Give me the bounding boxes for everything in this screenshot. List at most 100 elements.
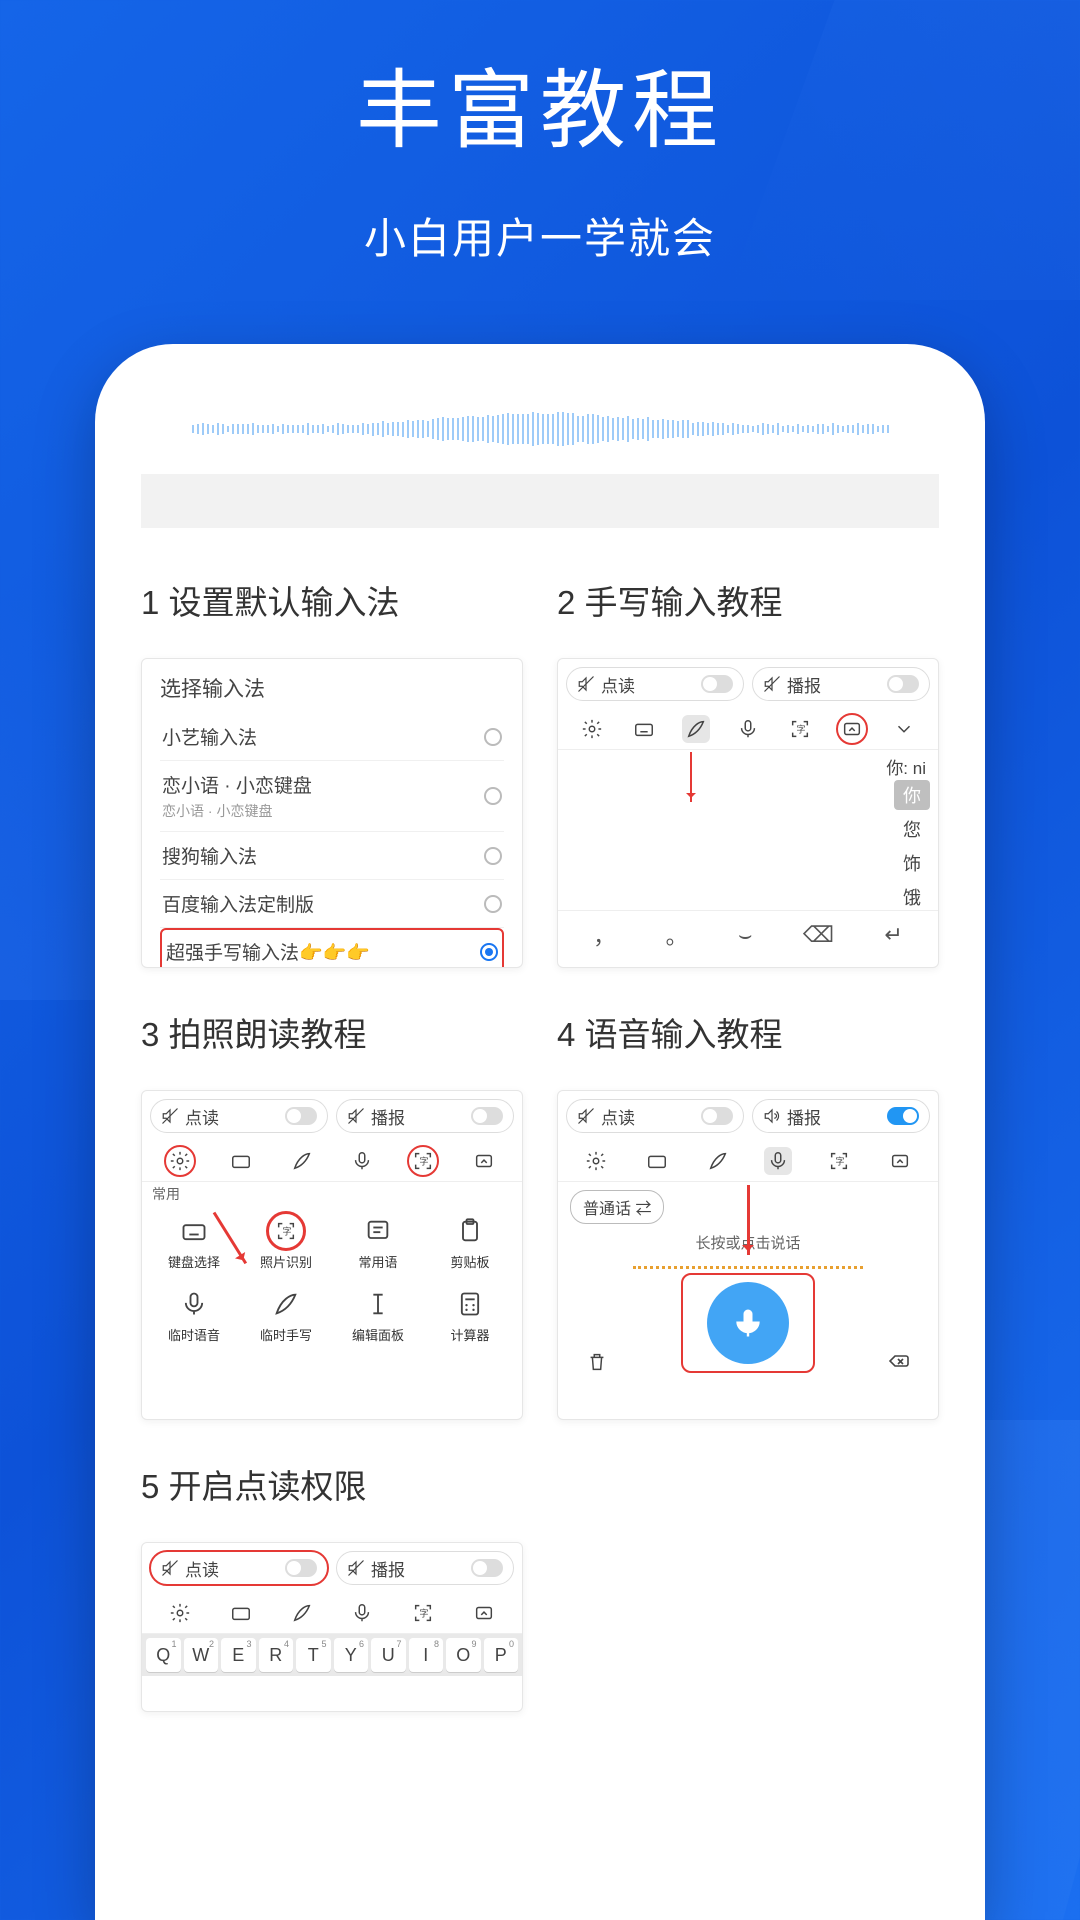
feather-icon[interactable]: [288, 1599, 316, 1627]
qwerty-row: Q1W2E3R4T5Y6U7I8O9P0: [142, 1634, 522, 1676]
candidate[interactable]: 饰: [894, 848, 930, 878]
mic-icon[interactable]: [734, 715, 762, 743]
gear-icon[interactable]: [166, 1599, 194, 1627]
feather-icon[interactable]: [288, 1147, 316, 1175]
common-label: 常用: [142, 1182, 522, 1206]
language-pill[interactable]: 普通话 ⇄: [570, 1190, 664, 1224]
key-t[interactable]: T5: [296, 1638, 331, 1672]
candidate[interactable]: 您: [894, 814, 930, 844]
tutorial-heading: 3 拍照朗读教程: [141, 1008, 523, 1056]
key-p[interactable]: P0: [484, 1638, 519, 1672]
collapse-icon[interactable]: [470, 1599, 498, 1627]
ime-option[interactable]: 恋小语 · 小恋键盘恋小语 · 小恋键盘: [160, 761, 504, 832]
red-arrow: [747, 1185, 750, 1255]
tool-clipboard[interactable]: 剪贴板: [440, 1214, 500, 1271]
read-toggle[interactable]: 点读: [150, 1551, 328, 1585]
read-toggle[interactable]: 点读: [566, 667, 744, 701]
ime-option[interactable]: 小艺输入法: [160, 713, 504, 761]
keyboard-icon[interactable]: [643, 1147, 671, 1175]
feather-icon[interactable]: [682, 715, 710, 743]
tool-scan[interactable]: 字照片识别: [256, 1214, 316, 1271]
keyboard-icon[interactable]: [630, 715, 658, 743]
read-toggle[interactable]: 点读: [566, 1099, 744, 1133]
key-q[interactable]: Q1: [146, 1638, 181, 1672]
key-y[interactable]: Y6: [334, 1638, 369, 1672]
broadcast-toggle[interactable]: 播报: [336, 1099, 514, 1133]
pinyin-label: 你: ni: [886, 754, 926, 779]
voice-mic-highlight: [683, 1275, 813, 1371]
mic-icon[interactable]: [348, 1147, 376, 1175]
tool-phrases[interactable]: 常用语: [348, 1214, 408, 1271]
thumb-voice-input: 点读 播报 字 普通话 ⇄ 长按或点击说话: [557, 1090, 939, 1420]
chevron-down-icon[interactable]: [890, 715, 918, 743]
key-r[interactable]: R4: [259, 1638, 294, 1672]
tutorial-heading: 1 设置默认输入法: [141, 576, 523, 624]
key[interactable]: ↵: [884, 922, 902, 948]
tutorial-item-4[interactable]: 4 语音输入教程 点读 播报 字: [557, 1008, 939, 1420]
waveform-decoration: [141, 404, 939, 454]
broadcast-toggle[interactable]: 播报: [336, 1551, 514, 1585]
ime-option[interactable]: 超强手写输入法👉👉👉: [160, 928, 504, 968]
thumb-photo-read: 点读 播报 字 常用 键盘选择字照片识别常用语剪贴: [141, 1090, 523, 1420]
gear-icon[interactable]: [578, 715, 606, 743]
key[interactable]: 。: [666, 919, 688, 951]
phone-mockup: 1 设置默认输入法 选择输入法 小艺输入法恋小语 · 小恋键盘恋小语 · 小恋键…: [95, 344, 985, 1920]
tutorial-item-2[interactable]: 2 手写输入教程 点读 播报 字: [557, 576, 939, 968]
backspace-icon[interactable]: [886, 1349, 910, 1379]
scan-icon[interactable]: 字: [409, 1599, 437, 1627]
voice-mic-button[interactable]: [707, 1282, 789, 1364]
tutorial-item-3[interactable]: 3 拍照朗读教程 点读 播报 字: [141, 1008, 523, 1420]
candidate[interactable]: 你: [894, 780, 930, 810]
mic-icon[interactable]: [764, 1147, 792, 1175]
dotted-line: [633, 1259, 863, 1269]
key[interactable]: ⌫: [803, 922, 834, 948]
red-arrow: [690, 752, 692, 802]
svg-text:字: 字: [419, 1156, 428, 1167]
handwriting-bottom-row: ， 。 ⌣ ⌫ ↵: [558, 910, 938, 959]
ime-option[interactable]: 搜狗输入法: [160, 832, 504, 880]
mic-icon[interactable]: [348, 1599, 376, 1627]
tool-feather[interactable]: 临时手写: [256, 1287, 316, 1344]
scan-icon[interactable]: 字: [786, 715, 814, 743]
candidate[interactable]: 饿: [894, 882, 930, 912]
trash-icon[interactable]: [586, 1351, 608, 1379]
tutorial-item-1[interactable]: 1 设置默认输入法 选择输入法 小艺输入法恋小语 · 小恋键盘恋小语 · 小恋键…: [141, 576, 523, 968]
broadcast-toggle[interactable]: 播报: [752, 1099, 930, 1133]
thumb-default-ime: 选择输入法 小艺输入法恋小语 · 小恋键盘恋小语 · 小恋键盘搜狗输入法百度输入…: [141, 658, 523, 968]
tutorial-heading: 4 语音输入教程: [557, 1008, 939, 1056]
scan-icon[interactable]: 字: [409, 1147, 437, 1175]
key[interactable]: ，: [593, 919, 615, 951]
collapse-icon[interactable]: [470, 1147, 498, 1175]
key-e[interactable]: E3: [221, 1638, 256, 1672]
ime-dialog-title: 选择输入法: [160, 673, 504, 703]
tool-keyboard[interactable]: 键盘选择: [164, 1214, 224, 1271]
svg-text:字: 字: [282, 1226, 291, 1237]
scan-icon[interactable]: 字: [825, 1147, 853, 1175]
key-i[interactable]: I8: [409, 1638, 444, 1672]
key-o[interactable]: O9: [446, 1638, 481, 1672]
tool-mic[interactable]: 临时语音: [164, 1287, 224, 1344]
gear-icon[interactable]: [166, 1147, 194, 1175]
gear-icon[interactable]: [582, 1147, 610, 1175]
key-w[interactable]: W2: [184, 1638, 219, 1672]
key[interactable]: ⌣: [738, 922, 752, 948]
read-toggle[interactable]: 点读: [150, 1099, 328, 1133]
tutorial-item-5[interactable]: 5 开启点读权限 点读 播报 字: [141, 1460, 523, 1712]
tutorial-heading: 2 手写输入教程: [557, 576, 939, 624]
thumb-read-permission: 点读 播报 字 Q1W2E3R4T5Y6U7I8O9P0: [141, 1542, 523, 1712]
collapse-icon[interactable]: [886, 1147, 914, 1175]
svg-text:字: 字: [835, 1156, 844, 1167]
tutorial-grid: 1 设置默认输入法 选择输入法 小艺输入法恋小语 · 小恋键盘恋小语 · 小恋键…: [141, 576, 939, 1712]
grey-bar: [141, 474, 939, 528]
tutorial-heading: 5 开启点读权限: [141, 1460, 523, 1508]
feather-icon[interactable]: [704, 1147, 732, 1175]
tool-calc[interactable]: 计算器: [440, 1287, 500, 1344]
svg-text:字: 字: [796, 724, 805, 735]
tool-cursor[interactable]: 编辑面板: [348, 1287, 408, 1344]
keyboard-icon[interactable]: [227, 1599, 255, 1627]
key-u[interactable]: U7: [371, 1638, 406, 1672]
broadcast-toggle[interactable]: 播报: [752, 667, 930, 701]
ime-option[interactable]: 百度输入法定制版: [160, 880, 504, 928]
keyboard-icon[interactable]: [227, 1147, 255, 1175]
collapse-icon[interactable]: [838, 715, 866, 743]
